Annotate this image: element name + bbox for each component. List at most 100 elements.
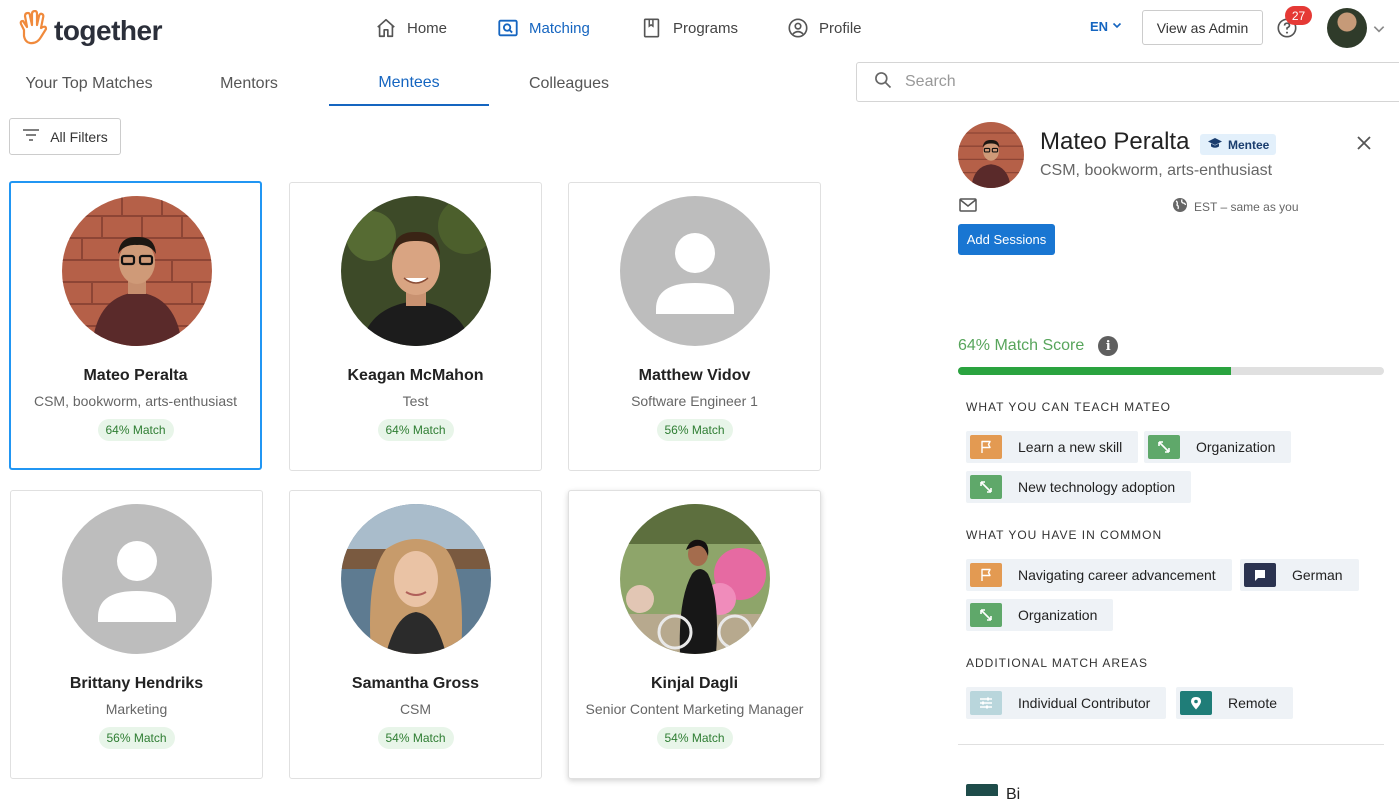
logo-text: together [54,14,163,46]
tab-colleagues[interactable]: Colleagues [489,62,649,106]
home-icon [375,17,397,39]
tab-mentees[interactable]: Mentees [329,62,489,106]
nav-profile-label: Profile [819,19,862,37]
default-avatar-icon [62,504,212,654]
language-label: EN [1090,19,1109,34]
match-score-bar [958,367,1384,375]
match-badge: 64% Match [377,419,454,441]
panel-name: Mateo Peralta [1040,128,1190,155]
expand-arrows-icon [970,475,1002,499]
match-chip: Remote [1176,687,1294,719]
mentee-card[interactable]: Mateo Peralta CSM, bookworm, arts-enthus… [9,181,262,470]
mentee-title: Test [402,393,429,409]
match-chip: Organization [966,599,1114,631]
chip-label: Remote [1228,695,1278,711]
language-selector[interactable]: EN [1090,19,1123,34]
section-heading-peek: Bi [1006,786,1021,803]
search-icon [873,70,893,95]
mentee-card[interactable]: Brittany Hendriks Marketing 56% Match [10,490,263,779]
match-chip: Individual Contributor [966,687,1167,719]
chip-label: Learn a new skill [1018,439,1123,455]
mentee-name: Kinjal Dagli [650,675,739,692]
tab-mentors[interactable]: Mentors [169,62,329,106]
nav-programs-label: Programs [673,19,739,37]
match-badge: 56% Match [656,419,733,441]
sliders-icon [970,691,1002,715]
speech-bubble-icon [1244,563,1276,587]
notification-badge[interactable]: 27 [1285,6,1312,25]
default-avatar-icon [620,196,770,346]
nav-profile[interactable]: Profile [787,14,862,42]
nav-matching[interactable]: Matching [497,14,590,42]
view-as-admin-button[interactable]: View as Admin [1142,10,1263,45]
mentee-role-badge: Mentee [1200,134,1277,155]
chevron-down-icon[interactable] [1372,22,1386,41]
timezone-label: EST – same as you [1194,199,1299,214]
match-chip: New technology adoption [966,471,1192,503]
common-heading: WHAT YOU HAVE IN COMMON [966,528,1163,542]
mentee-card[interactable]: Samantha Gross CSM 54% Match [289,490,542,779]
expand-arrows-icon [970,603,1002,627]
chip-label: German [1292,567,1343,583]
match-badge: 64% Match [97,419,174,441]
mentee-name: Brittany Hendriks [69,675,204,692]
flag-icon [970,435,1002,459]
match-badge: 54% Match [656,727,733,749]
expand-arrows-icon [1148,435,1180,459]
timezone-info: EST – same as you [1172,197,1299,216]
filter-icon [22,128,40,145]
flag-icon [970,563,1002,587]
mentee-card[interactable]: Keagan McMahon Test 64% Match [289,182,542,471]
chevron-down-icon [1111,19,1123,34]
match-chip: German [1240,559,1359,591]
mentee-card[interactable]: Matthew Vidov Software Engineer 1 56% Ma… [568,182,821,471]
divider [958,744,1384,745]
globe-icon [1172,197,1188,216]
role-badge-label: Mentee [1228,137,1270,152]
tab-your-top-matches[interactable]: Your Top Matches [9,62,169,106]
close-icon[interactable] [1355,134,1373,157]
mail-icon[interactable] [959,198,977,217]
match-chip: Organization [1144,431,1292,463]
match-chip: Navigating career advancement [966,559,1232,591]
teach-heading: WHAT YOU CAN TEACH MATEO [966,400,1171,414]
mentee-card[interactable]: Kinjal Dagli Senior Content Marketing Ma… [568,490,821,779]
chip-label: Organization [1196,439,1276,455]
nav-programs[interactable]: Programs [641,14,738,42]
together-logo[interactable]: together [18,9,163,51]
search-box[interactable] [856,62,1399,102]
match-score-label: 64% Match Score [958,337,1085,354]
hand-logo-icon [18,9,48,51]
mentee-title: Senior Content Marketing Manager [585,701,804,717]
matching-icon [497,17,519,39]
profile-detail-panel: Mateo Peralta Mentee CSM, bookworm, arts… [940,104,1399,803]
mentee-photo [620,504,770,654]
panel-subtitle: CSM, bookworm, arts-enthusiast [1040,162,1273,179]
match-badge: 56% Match [98,727,175,749]
add-sessions-button[interactable]: Add Sessions [958,224,1055,255]
section-icon [966,784,998,796]
mentee-photo [62,196,212,346]
mentee-photo [341,504,491,654]
chip-label: New technology adoption [1018,479,1176,495]
profile-icon [787,17,809,39]
info-icon[interactable]: i [1098,336,1119,356]
user-avatar[interactable] [1327,8,1367,48]
location-pin-icon [1180,691,1212,715]
nav-matching-label: Matching [529,19,590,37]
all-filters-label: All Filters [50,128,108,145]
top-bar: together Home Matching Programs Profile … [0,0,1399,58]
mentee-title: CSM [399,701,432,717]
all-filters-button[interactable]: All Filters [9,118,121,155]
nav-home[interactable]: Home [375,14,447,42]
mentee-name: Keagan McMahon [347,367,484,384]
search-input[interactable] [905,73,1305,91]
chip-label: Organization [1018,607,1098,623]
nav-home-label: Home [407,19,448,37]
match-badge: 54% Match [377,727,454,749]
match-score: 64% Match Score i [958,336,1119,356]
mentee-title: CSM, bookworm, arts-enthusiast [33,393,238,409]
mentee-title: Software Engineer 1 [631,393,758,409]
mentee-name: Samantha Gross [351,675,480,692]
mentee-name: Mateo Peralta [83,367,188,384]
